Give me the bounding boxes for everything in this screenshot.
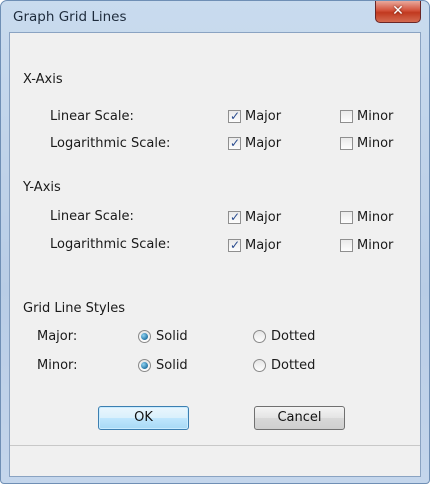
y-axis-heading: Y-Axis xyxy=(23,180,61,195)
radio-selected-dot xyxy=(141,362,148,369)
dialog-body: X-Axis Linear Scale: ✓ Major Minor Logar… xyxy=(9,32,421,477)
minor-solid-label[interactable]: Solid xyxy=(156,358,188,374)
y-log-label: Logarithmic Scale: xyxy=(50,237,171,252)
checkmark-icon: ✓ xyxy=(230,238,241,252)
window-title: Graph Grid Lines xyxy=(13,9,127,25)
x-linear-minor-checkbox[interactable] xyxy=(340,110,353,123)
y-log-minor-checkbox[interactable] xyxy=(340,239,353,252)
checkmark-icon: ✓ xyxy=(230,210,241,224)
x-log-minor-label[interactable]: Minor xyxy=(357,136,393,152)
y-linear-label: Linear Scale: xyxy=(50,209,134,224)
minor-dotted-label[interactable]: Dotted xyxy=(271,358,315,374)
x-log-major-label[interactable]: Major xyxy=(245,136,281,152)
major-dotted-label[interactable]: Dotted xyxy=(271,329,315,345)
x-axis-heading: X-Axis xyxy=(23,72,63,87)
y-log-major-label[interactable]: Major xyxy=(245,238,281,254)
x-log-major-checkbox[interactable]: ✓ xyxy=(228,136,241,150)
major-solid-label[interactable]: Solid xyxy=(156,329,188,345)
close-icon: ✕ xyxy=(392,3,404,19)
x-linear-minor-label[interactable]: Minor xyxy=(357,109,393,125)
title-bar[interactable]: Graph Grid Lines ✕ xyxy=(1,1,429,33)
minor-solid-radio[interactable] xyxy=(138,359,151,372)
status-strip xyxy=(10,445,420,476)
y-linear-major-checkbox[interactable]: ✓ xyxy=(228,210,241,224)
x-log-minor-checkbox[interactable] xyxy=(340,137,353,150)
major-dotted-radio[interactable] xyxy=(253,330,266,343)
checkmark-icon: ✓ xyxy=(230,109,241,123)
y-log-minor-label[interactable]: Minor xyxy=(357,238,393,254)
grid-line-styles-heading: Grid Line Styles xyxy=(23,301,126,316)
cancel-button[interactable]: Cancel xyxy=(254,406,345,430)
minor-dotted-radio[interactable] xyxy=(253,359,266,372)
close-button[interactable]: ✕ xyxy=(375,1,421,23)
y-linear-minor-checkbox[interactable] xyxy=(340,211,353,224)
x-log-label: Logarithmic Scale: xyxy=(50,136,171,151)
radio-selected-dot xyxy=(141,333,148,340)
major-style-label: Major: xyxy=(37,329,78,344)
x-linear-label: Linear Scale: xyxy=(50,109,134,124)
ok-button[interactable]: OK xyxy=(98,406,189,430)
checkmark-icon: ✓ xyxy=(230,136,241,150)
y-log-major-checkbox[interactable]: ✓ xyxy=(228,238,241,252)
y-linear-major-label[interactable]: Major xyxy=(245,210,281,226)
major-solid-radio[interactable] xyxy=(138,330,151,343)
y-linear-minor-label[interactable]: Minor xyxy=(357,210,393,226)
dialog-window: Graph Grid Lines ✕ X-Axis Linear Scale: … xyxy=(0,0,430,484)
minor-style-label: Minor: xyxy=(37,358,78,373)
x-linear-major-checkbox[interactable]: ✓ xyxy=(228,109,241,123)
x-linear-major-label[interactable]: Major xyxy=(245,109,281,125)
